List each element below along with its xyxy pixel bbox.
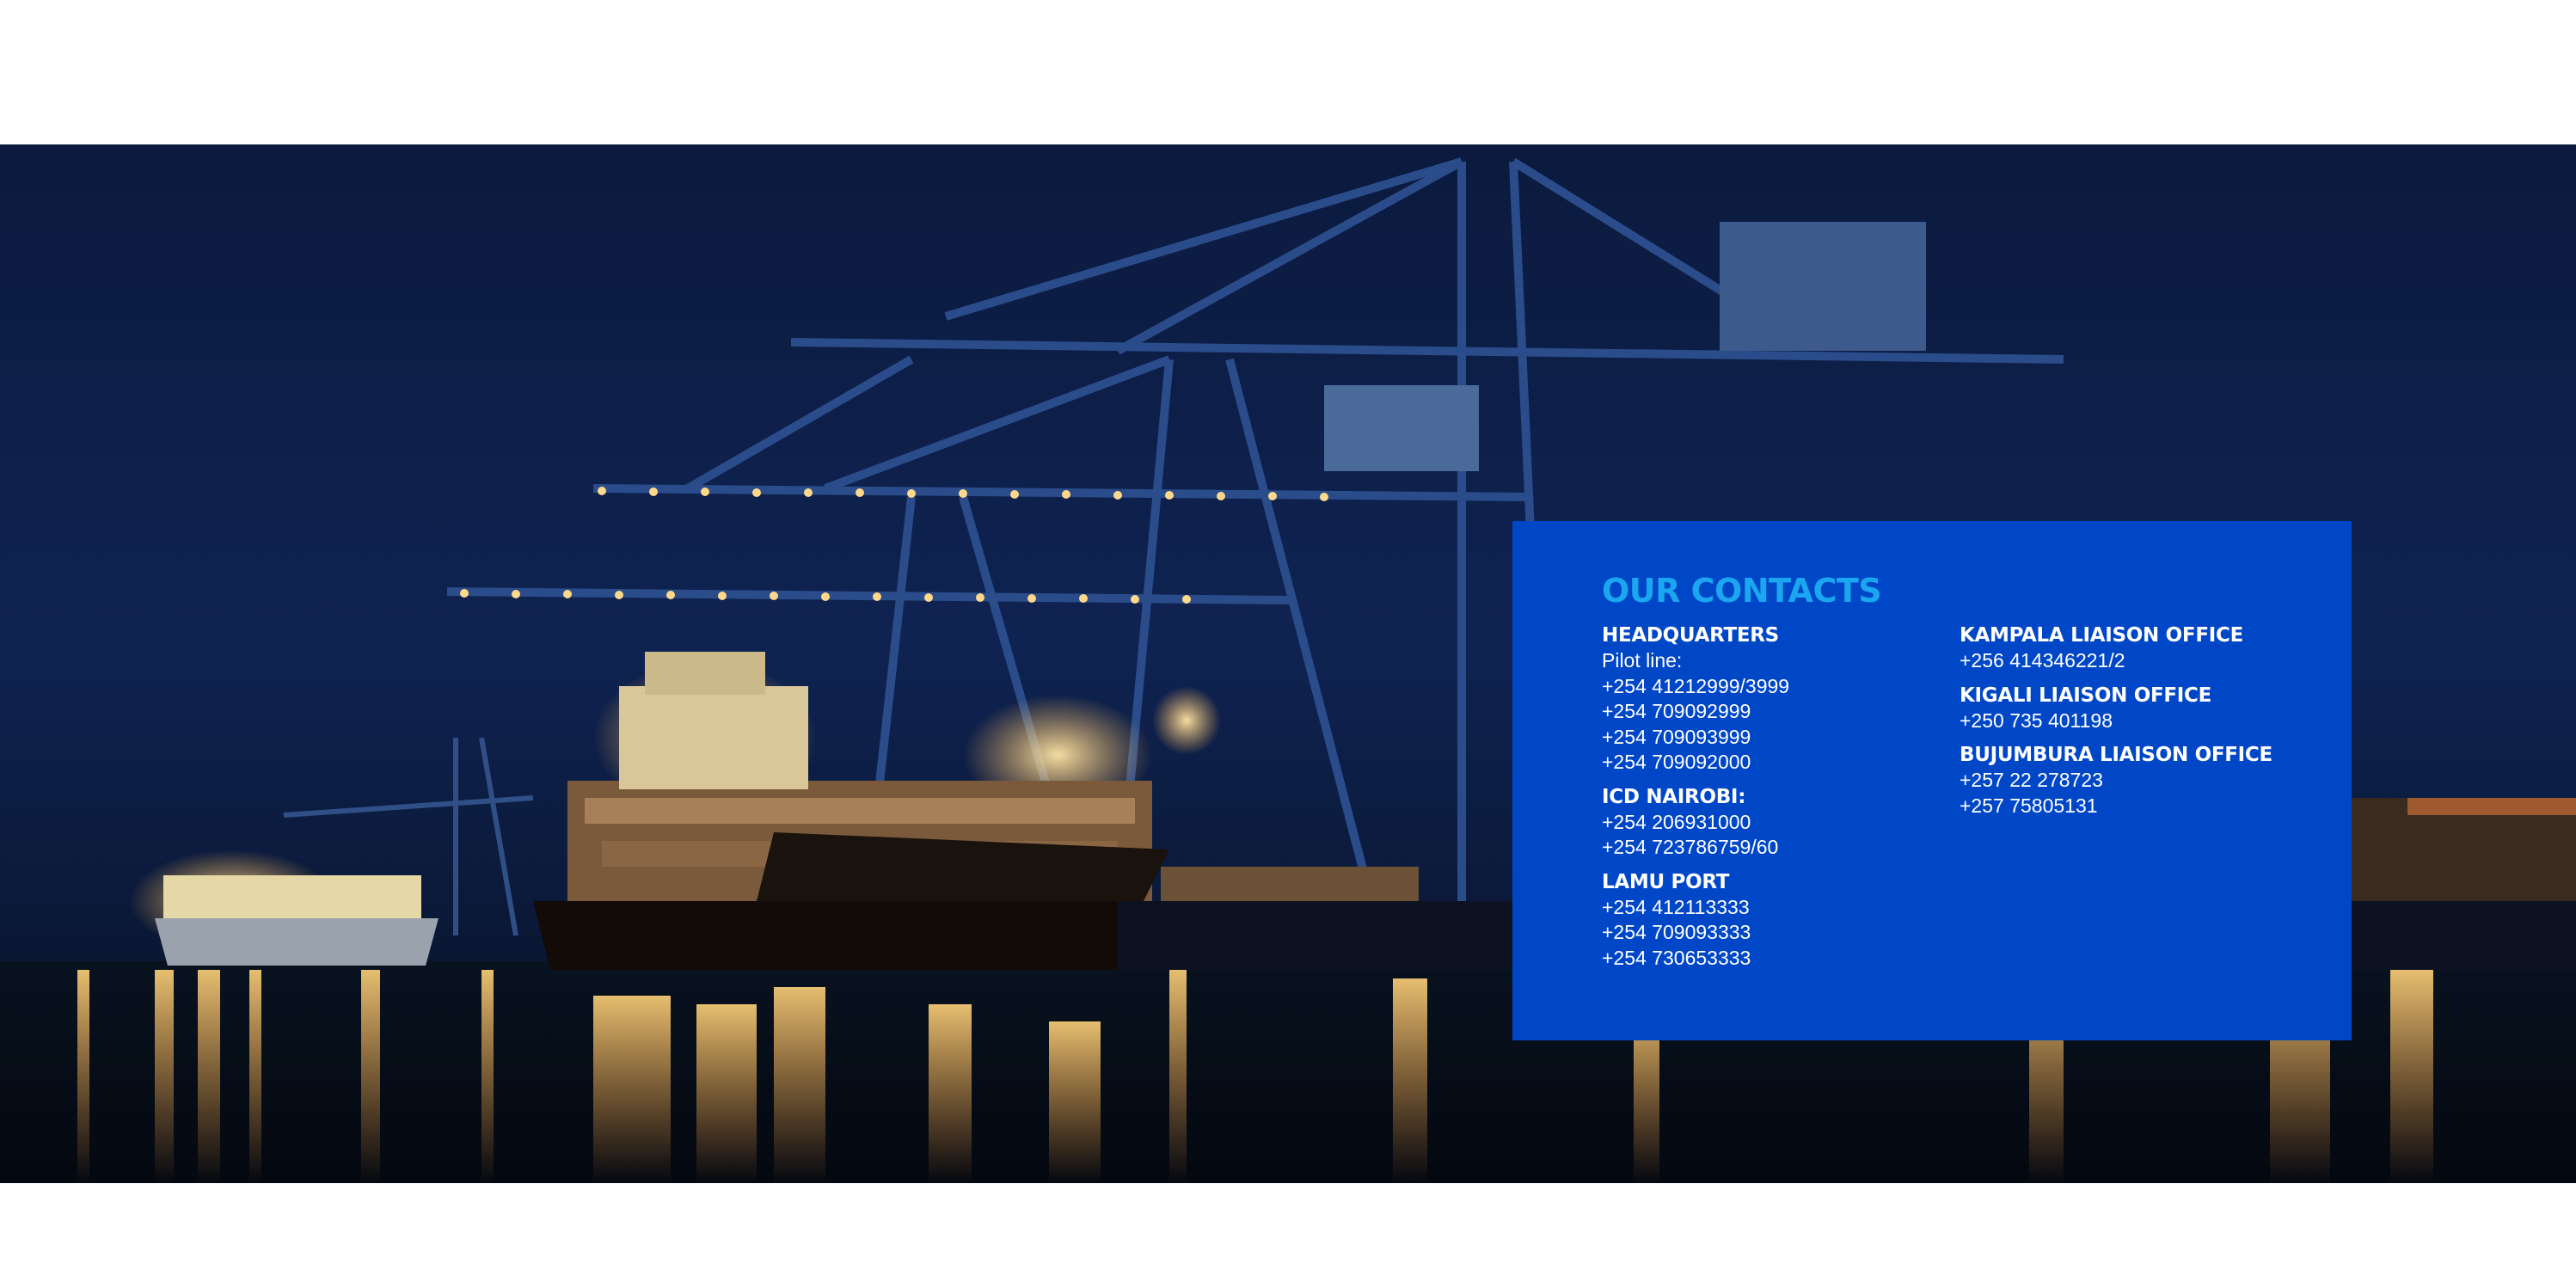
contacts-left-column: HEADQUARTERS Pilot line: +254 41212999/3… <box>1602 623 1960 979</box>
phone-number[interactable]: +250 735 401198 <box>1960 708 2321 734</box>
office-bujumbura: BUJUMBURA LIAISON OFFICE +257 22 278723 … <box>1960 742 2321 819</box>
phone-number[interactable]: +254 709092000 <box>1602 750 1960 776</box>
phone-number[interactable]: +254 709093333 <box>1602 920 1960 946</box>
phone-number[interactable]: +254 730653333 <box>1602 946 1960 972</box>
phone-number[interactable]: +254 709092999 <box>1602 699 1960 725</box>
phone-number[interactable]: +254 723786759/60 <box>1602 835 1960 861</box>
phone-number[interactable]: +256 414346221/2 <box>1960 648 2321 674</box>
phone-number[interactable]: +254 41212999/3999 <box>1602 674 1960 700</box>
office-kigali: KIGALI LIAISON OFFICE +250 735 401198 <box>1960 683 2321 734</box>
office-kampala: KAMPALA LIAISON OFFICE +256 414346221/2 <box>1960 623 2321 674</box>
office-icd-nairobi: ICD NAIROBI: +254 206931000 +254 7237867… <box>1602 784 1960 861</box>
office-name: ICD NAIROBI: <box>1602 785 1746 808</box>
office-name: LAMU PORT <box>1602 870 1730 893</box>
contacts-panel: OUR CONTACTS HEADQUARTERS Pilot line: +2… <box>1512 521 2352 1040</box>
office-name: HEADQUARTERS <box>1602 624 1779 647</box>
office-name: KAMPALA LIAISON OFFICE <box>1960 624 2243 647</box>
phone-number[interactable]: +254 206931000 <box>1602 810 1960 836</box>
office-name: KIGALI LIAISON OFFICE <box>1960 684 2212 707</box>
phone-number[interactable]: +254 709093999 <box>1602 725 1960 751</box>
phone-number[interactable]: +254 412113333 <box>1602 895 1960 921</box>
office-headquarters: HEADQUARTERS Pilot line: +254 41212999/3… <box>1602 623 1960 776</box>
office-lamu-port: LAMU PORT +254 412113333 +254 709093333 … <box>1602 869 1960 972</box>
phone-number[interactable]: +257 22 278723 <box>1960 768 2321 794</box>
contacts-right-column: KAMPALA LIAISON OFFICE +256 414346221/2 … <box>1960 623 2321 979</box>
office-line: Pilot line: <box>1602 649 1683 672</box>
office-name: BUJUMBURA LIAISON OFFICE <box>1960 744 2272 766</box>
hero-port-photo: OUR CONTACTS HEADQUARTERS Pilot line: +2… <box>0 144 2576 1183</box>
contacts-title: OUR CONTACTS <box>1602 572 1882 610</box>
phone-number[interactable]: +257 75805131 <box>1960 794 2321 819</box>
